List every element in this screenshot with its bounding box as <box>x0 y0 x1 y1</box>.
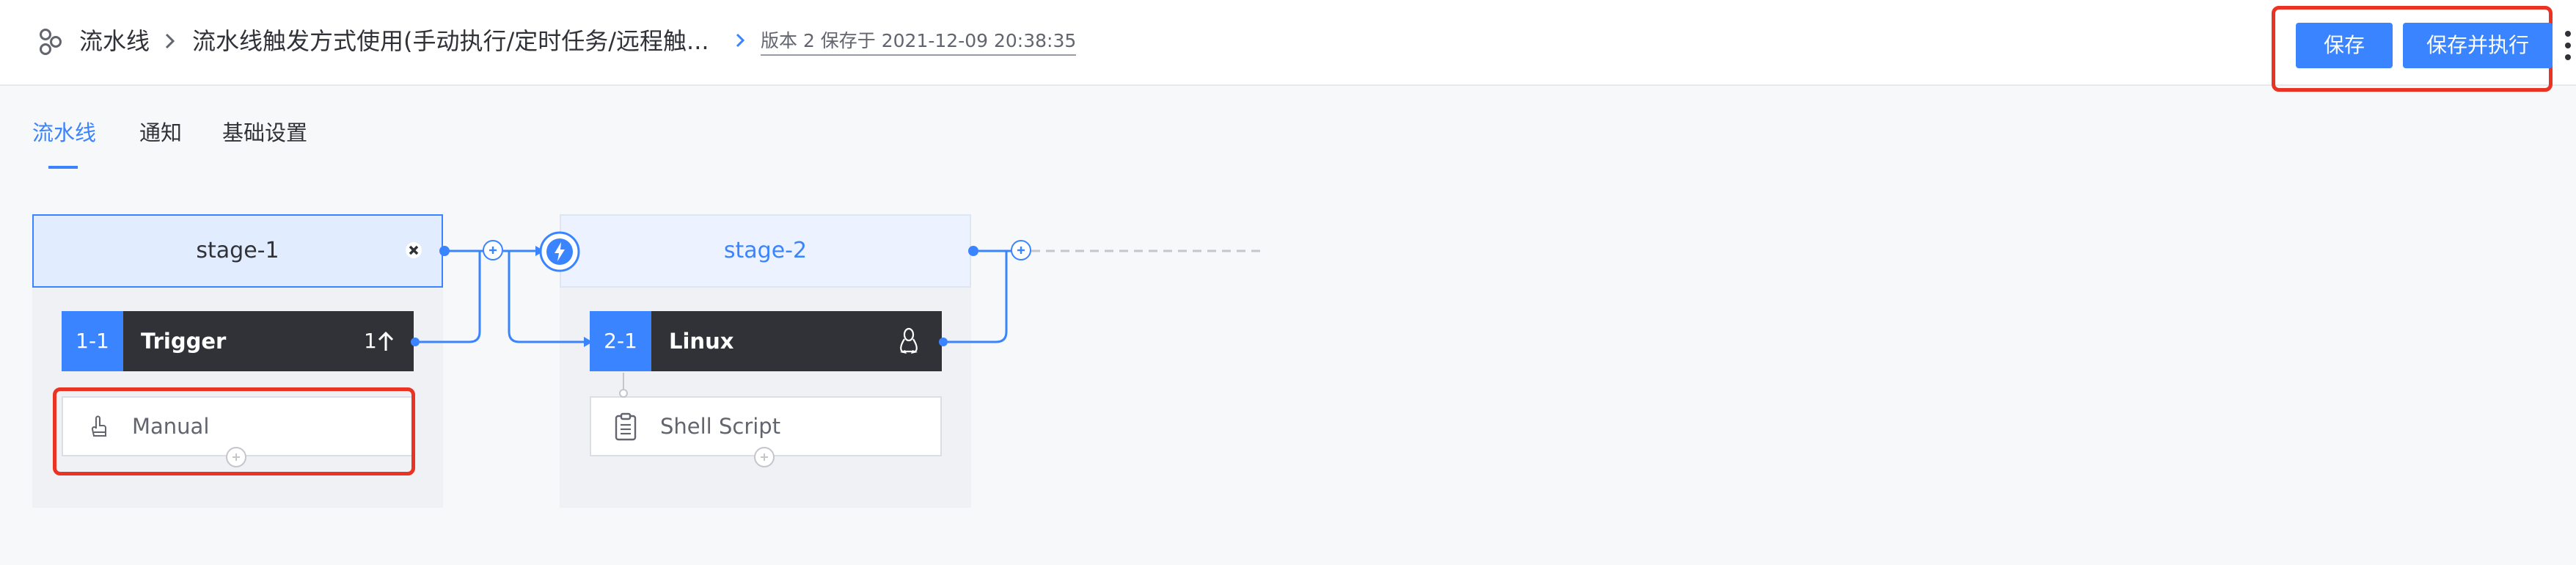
connector-dot <box>439 246 450 256</box>
more-vertical-icon[interactable] <box>2564 29 2572 62</box>
lightning-icon[interactable] <box>538 230 581 273</box>
connector-dot <box>968 246 978 256</box>
save-button[interactable]: 保存 <box>2296 23 2393 68</box>
add-stage-button[interactable] <box>483 240 503 260</box>
pipeline-connectors <box>411 246 1265 398</box>
plus-icon <box>489 247 497 254</box>
add-stage-button[interactable] <box>1011 240 1031 260</box>
save-and-run-button[interactable]: 保存并执行 <box>2403 23 2553 68</box>
plus-icon <box>1017 247 1025 254</box>
